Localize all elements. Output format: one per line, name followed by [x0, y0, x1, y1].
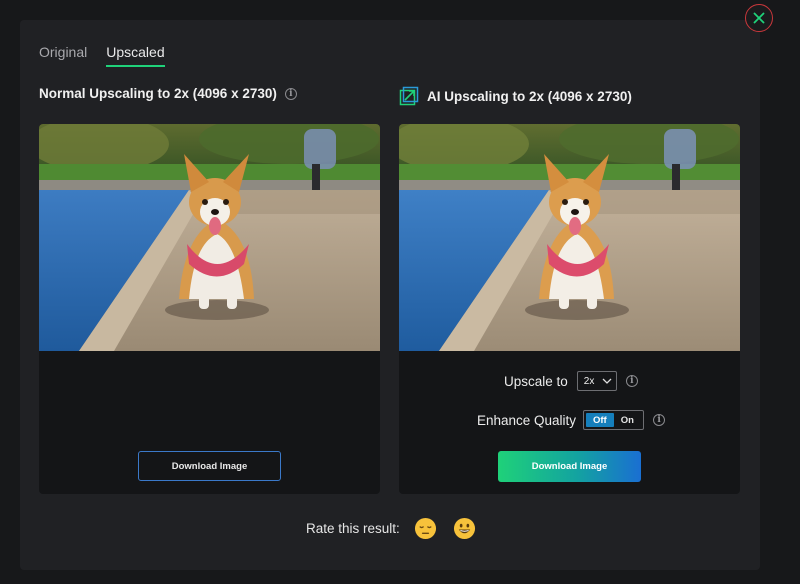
download-ai-button[interactable]: Download Image — [498, 451, 641, 482]
rating-label: Rate this result: — [306, 521, 400, 536]
close-button[interactable] — [745, 4, 773, 32]
tab-original[interactable]: Original — [39, 44, 87, 67]
ai-upscaling-title: AI Upscaling to 2x (4096 x 2730) — [399, 86, 632, 106]
close-icon — [753, 12, 765, 24]
grinning-face-icon[interactable] — [453, 517, 476, 540]
info-icon[interactable]: i — [284, 87, 297, 100]
upscale-to-label: Upscale to — [504, 373, 568, 389]
corgi-photo-normal — [39, 124, 380, 351]
unamused-face-icon[interactable] — [414, 517, 437, 540]
upscale-result-dialog: Original Upscaled Normal Upscaling to 2x… — [20, 20, 760, 570]
ai-upscaling-panel: Upscale to 2x i Enhance Quality Off On i… — [399, 124, 740, 494]
info-icon[interactable]: i — [625, 375, 638, 387]
rating-row: Rate this result: — [306, 517, 476, 540]
upscale-factor-value: 2x — [583, 375, 595, 387]
ai-upscaling-title-text: AI Upscaling to 2x (4096 x 2730) — [427, 88, 632, 104]
expand-icon — [399, 86, 419, 106]
toggle-off-option[interactable]: Off — [586, 413, 614, 427]
enhance-quality-row: Enhance Quality Off On i — [477, 410, 666, 430]
chevron-down-icon — [602, 378, 612, 384]
corgi-photo-ai — [399, 124, 740, 351]
normal-upscaling-title-text: Normal Upscaling to 2x (4096 x 2730) — [39, 86, 277, 101]
view-tabs: Original Upscaled — [39, 44, 165, 67]
normal-upscaling-title: Normal Upscaling to 2x (4096 x 2730) i — [39, 86, 297, 101]
normal-upscaling-panel: Download Image — [39, 124, 380, 494]
enhance-quality-label: Enhance Quality — [477, 412, 577, 428]
enhance-quality-toggle[interactable]: Off On — [583, 410, 645, 430]
download-normal-button[interactable]: Download Image — [138, 451, 281, 481]
tab-upscaled[interactable]: Upscaled — [106, 44, 165, 67]
toggle-on-option[interactable]: On — [614, 413, 642, 427]
upscale-factor-select[interactable]: 2x — [576, 371, 617, 391]
upscale-to-row: Upscale to 2x i — [504, 371, 638, 391]
info-icon[interactable]: i — [653, 414, 666, 426]
